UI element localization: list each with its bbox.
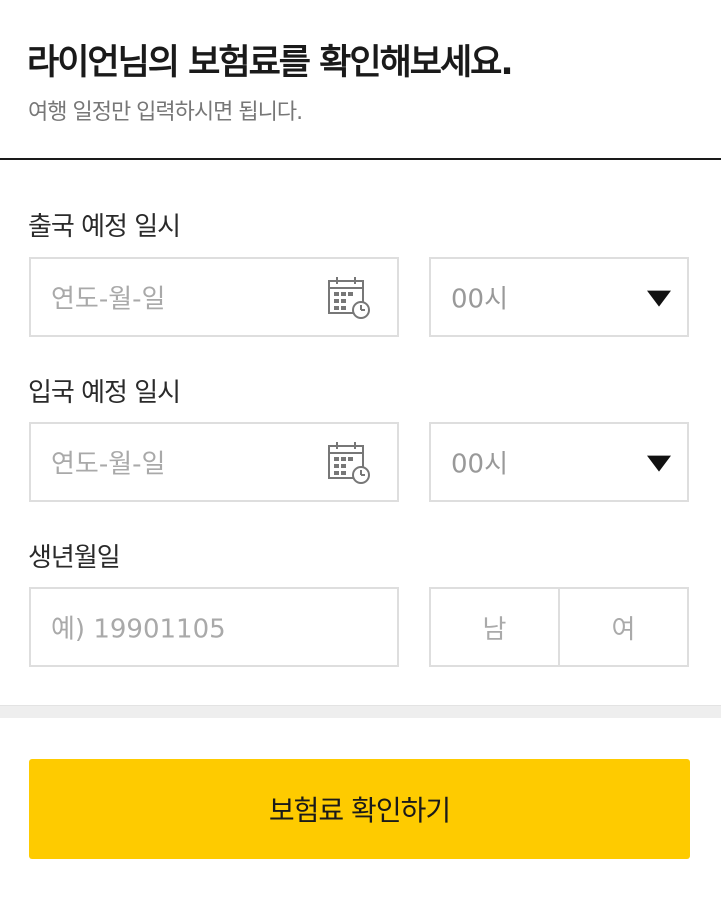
arrival-date-placeholder: 연도-월-일 (51, 449, 166, 480)
check-premium-button[interactable]: 보험료 확인하기 (29, 759, 690, 859)
departure-label: 출국 예정 일시 (28, 212, 181, 242)
arrival-hour-select[interactable]: 00시 (429, 422, 689, 502)
departure-hour-select[interactable]: 00시 (429, 257, 689, 337)
dropdown-caret-icon (647, 290, 671, 307)
page-header: 라이언님의 보험료를 확인해보세요. 여행 일정만 입력하시면 됩니다. (0, 0, 721, 161)
gender-toggle: 남 여 (429, 587, 689, 667)
dropdown-caret-icon (647, 455, 671, 472)
section-divider (0, 705, 721, 718)
gender-female-button[interactable]: 여 (558, 589, 687, 665)
arrival-hour-value: 00시 (451, 449, 509, 480)
gender-male-button[interactable]: 남 (431, 589, 558, 665)
birth-label: 생년월일 (28, 543, 121, 573)
page-subtitle: 여행 일정만 입력하시면 됩니다. (28, 100, 303, 125)
page-title: 라이언님의 보험료를 확인해보세요. (27, 43, 514, 83)
calendar-icon[interactable] (327, 275, 371, 319)
departure-hour-value: 00시 (451, 284, 509, 315)
departure-date-input[interactable]: 연도-월-일 (29, 257, 399, 337)
calendar-icon[interactable] (327, 440, 371, 484)
header-divider (0, 158, 721, 160)
birth-date-input[interactable]: 예) 19901105 (29, 587, 399, 667)
arrival-label: 입국 예정 일시 (28, 378, 181, 408)
departure-date-placeholder: 연도-월-일 (51, 284, 166, 315)
birth-date-placeholder: 예) 19901105 (51, 614, 226, 645)
arrival-date-input[interactable]: 연도-월-일 (29, 422, 399, 502)
